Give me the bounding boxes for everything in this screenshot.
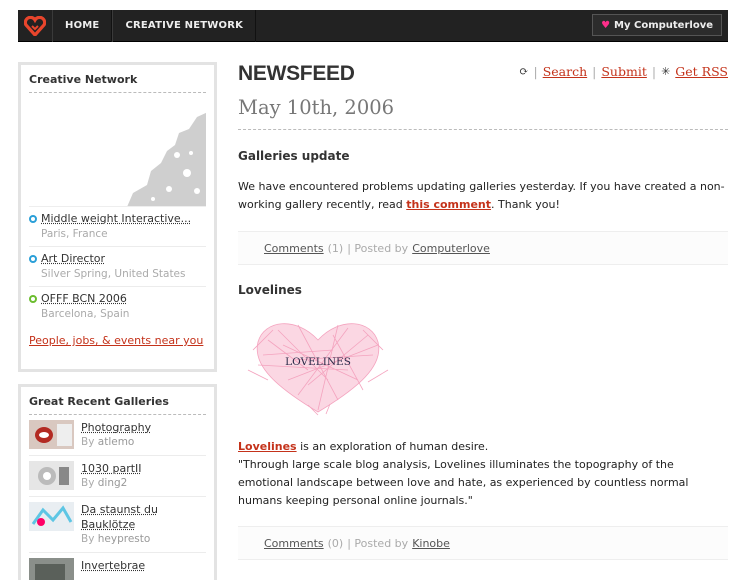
gallery-item[interactable]: Invertebrae: [29, 553, 206, 580]
post-title: Lovelines: [238, 283, 302, 297]
gallery-author-link[interactable]: ding2: [98, 477, 128, 489]
gallery-thumbnail[interactable]: [29, 420, 74, 449]
gallery-title[interactable]: 1030 partII: [81, 461, 142, 476]
feed-date: May 10th, 2006: [238, 96, 395, 119]
gallery-title[interactable]: Photography: [81, 420, 151, 435]
page-title: NEWSFEED: [238, 62, 355, 85]
network-map[interactable]: [29, 93, 206, 207]
gallery-author-link[interactable]: heypresto: [98, 533, 151, 545]
network-item[interactable]: Art Director Silver Spring, United State…: [29, 247, 206, 287]
search-link[interactable]: Search: [543, 64, 587, 79]
gallery-thumbnail[interactable]: [29, 502, 74, 531]
gallery-item[interactable]: Da staunst du Bauklötze By heypresto: [29, 497, 206, 553]
get-rss-link[interactable]: Get RSS: [675, 64, 728, 79]
my-computerlove-label: My Computerlove: [614, 19, 713, 31]
network-item-title[interactable]: OFFF BCN 2006: [41, 292, 129, 305]
creative-network-title: Creative Network: [29, 70, 206, 93]
my-computerlove-button[interactable]: ♥ My Computerlove: [592, 14, 722, 36]
network-item-title[interactable]: Art Director: [41, 252, 186, 265]
lovelines-image-text: LOVELINES: [285, 356, 351, 368]
gallery-byline: By heypresto: [81, 533, 151, 545]
gallery-thumbnail[interactable]: [29, 558, 74, 580]
nav-tab-creative-network[interactable]: CREATIVE NETWORK: [112, 9, 257, 42]
lovelines-image[interactable]: LOVELINES: [238, 310, 398, 422]
comment-count: (0): [327, 536, 344, 550]
network-item[interactable]: OFFF BCN 2006 Barcelona, Spain: [29, 287, 206, 326]
status-dot-icon: [29, 255, 37, 263]
post-title: Galleries update: [238, 149, 350, 163]
author-link[interactable]: Computerlove: [412, 242, 490, 255]
gallery-title[interactable]: Da staunst du Bauklötze: [81, 502, 158, 532]
posted-by-label: | Posted by: [347, 241, 409, 255]
network-item[interactable]: Middle weight Interactive... Paris, Fran…: [29, 207, 206, 247]
recent-galleries-box: Great Recent Galleries Photography By at…: [18, 384, 217, 580]
gallery-author-link[interactable]: atlemo: [98, 436, 135, 448]
gallery-byline: By ding2: [81, 477, 128, 489]
submit-link[interactable]: Submit: [601, 64, 647, 79]
comments-link[interactable]: Comments: [264, 242, 324, 255]
this-comment-link[interactable]: this comment: [406, 198, 491, 211]
heart-icon: ♥: [601, 19, 611, 31]
status-dot-icon: [29, 295, 37, 303]
computerlove-logo-icon[interactable]: [18, 10, 52, 42]
post-meta: Comments (1) | Posted by Computerlove: [238, 231, 728, 265]
gallery-item[interactable]: Photography By atlemo: [29, 415, 206, 456]
gallery-thumbnail[interactable]: [29, 461, 74, 490]
refresh-icon: ⟳: [519, 65, 529, 78]
posted-by-label: | Posted by: [347, 536, 409, 550]
top-nav-bar: HOME CREATIVE NETWORK ♥ My Computerlove: [18, 9, 728, 42]
rss-icon: ✳: [661, 65, 671, 78]
post-meta: Comments (0) | Posted by Kinobe: [238, 526, 728, 560]
network-item-location: Barcelona, Spain: [41, 308, 130, 320]
network-item-location: Silver Spring, United States: [41, 268, 186, 280]
network-item-title[interactable]: Middle weight Interactive...: [41, 212, 191, 225]
status-dot-icon: [29, 215, 37, 223]
near-you-link[interactable]: People, jobs, & events near you: [29, 334, 206, 347]
comment-count: (1): [327, 241, 344, 255]
newsfeed-actions: ⟳ | Search | Submit | ✳ Get RSS: [519, 64, 728, 79]
nav-tab-home[interactable]: HOME: [52, 9, 113, 42]
post-body: We have encountered problems updating ga…: [238, 180, 725, 211]
comments-link[interactable]: Comments: [264, 537, 324, 550]
recent-galleries-title: Great Recent Galleries: [29, 392, 206, 415]
gallery-item[interactable]: 1030 partII By ding2: [29, 456, 206, 497]
lovelines-quote: "Through large scale blog analysis, Love…: [238, 458, 689, 507]
date-divider: [238, 129, 728, 130]
post-body: Lovelines is an exploration of human des…: [238, 440, 689, 507]
author-link[interactable]: Kinobe: [412, 537, 450, 550]
lovelines-link[interactable]: Lovelines: [238, 440, 297, 453]
gallery-title[interactable]: Invertebrae: [81, 558, 145, 573]
gallery-byline: By atlemo: [81, 436, 135, 448]
creative-network-box: Creative Network Middle weight Interacti…: [18, 62, 217, 372]
network-item-location: Paris, France: [41, 228, 108, 240]
